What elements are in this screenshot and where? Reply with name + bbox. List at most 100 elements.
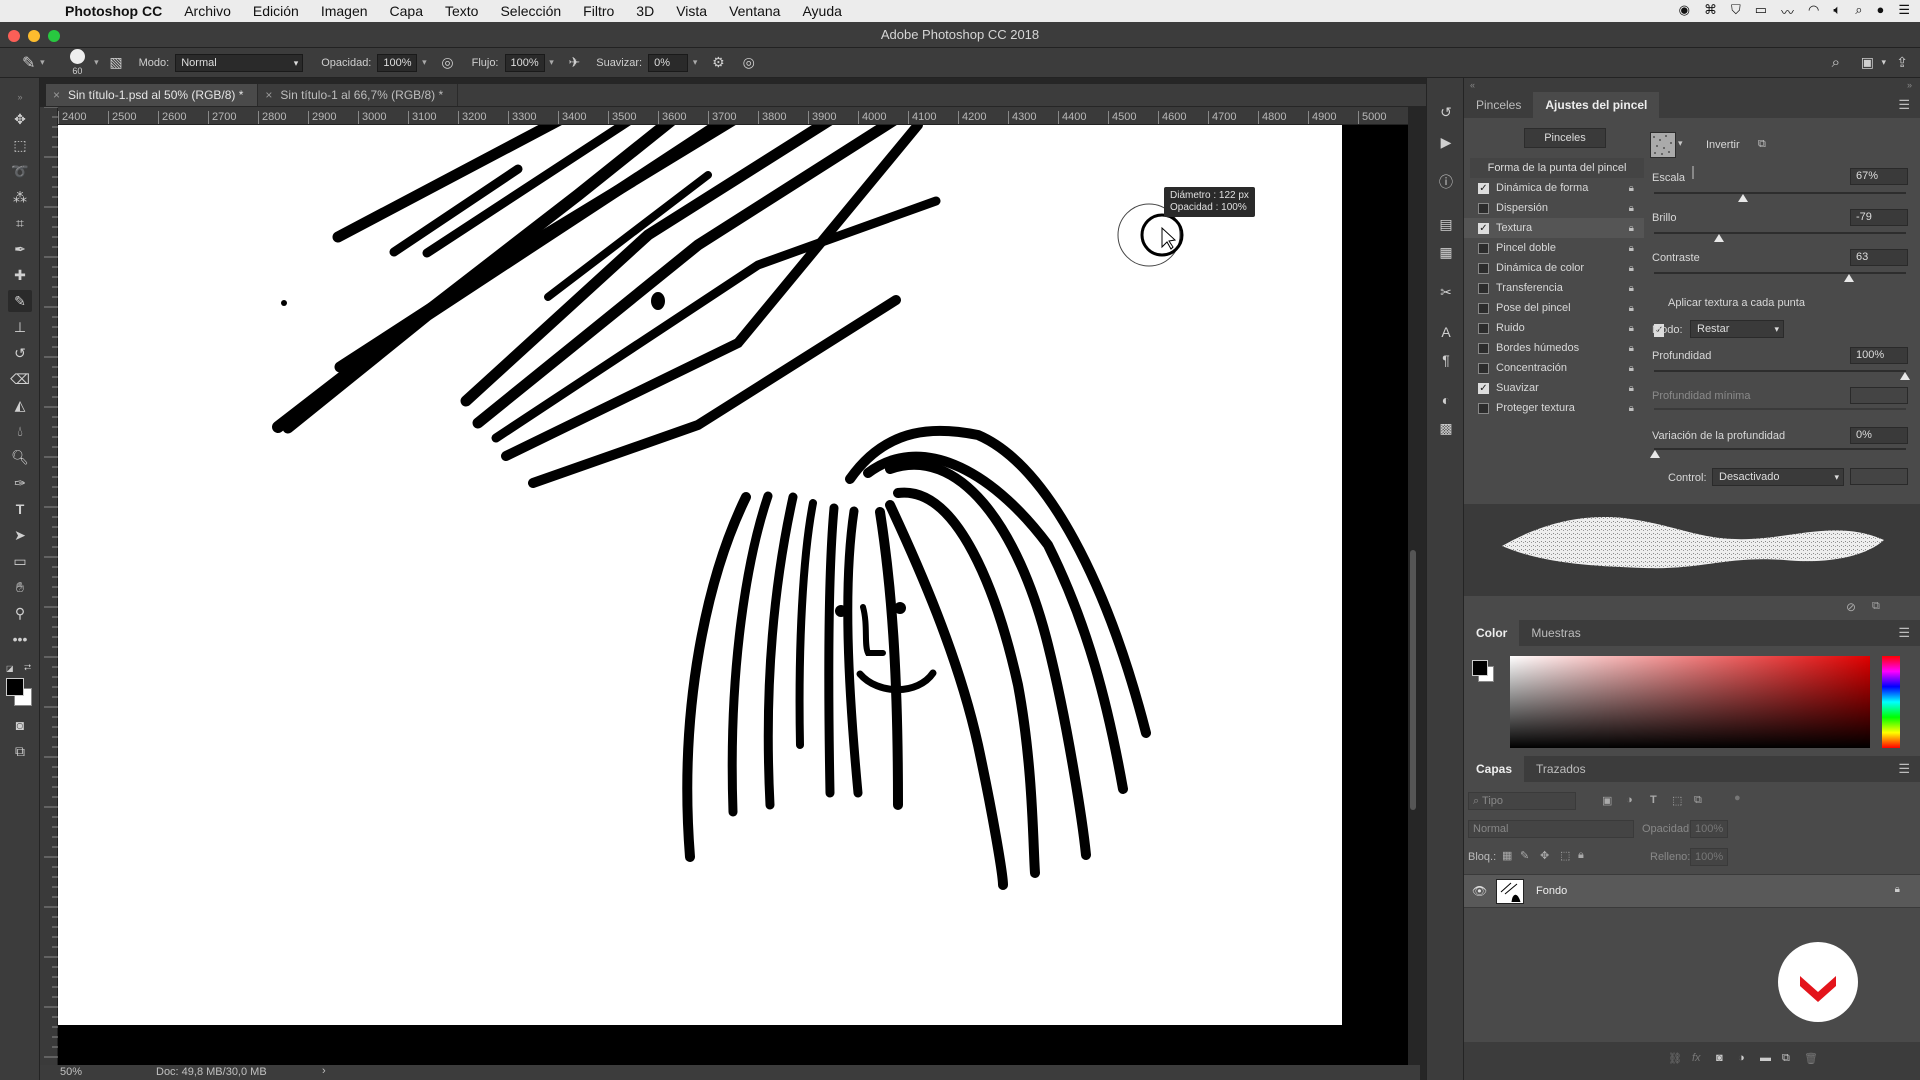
dodge-tool-icon[interactable]: 🔍︎ [8, 446, 32, 468]
control-select[interactable]: Desactivado ▾ [1712, 468, 1844, 486]
scale-input[interactable]: 67% [1850, 168, 1908, 185]
foreground-color-swatch[interactable] [1472, 660, 1488, 676]
flow-input[interactable]: 100% [504, 53, 545, 72]
option-checkbox[interactable]: ✓ [1478, 222, 1489, 234]
fill-input[interactable]: 100% [1690, 848, 1728, 866]
brush-option-item[interactable]: ✓ Dinámica de forma 🔒︎ [1464, 178, 1644, 198]
display-icon[interactable]: ▭ [1755, 2, 1767, 21]
zoom-tool-icon[interactable]: ⚲ [8, 602, 32, 624]
menu-capa[interactable]: Capa [379, 3, 434, 19]
depth-jitter-slider-track[interactable] [1654, 448, 1906, 450]
airbrush-icon[interactable]: ✈ [569, 54, 581, 71]
filter-pixel-icon[interactable]: ▣ [1602, 794, 1612, 807]
invert-checkbox[interactable] [1692, 166, 1694, 179]
collapse-panels-right-icon[interactable]: » [1907, 80, 1912, 90]
depth-slider-thumb[interactable] [1900, 372, 1910, 380]
glyphs-icon[interactable]: ▩ [1436, 418, 1456, 438]
command-icon[interactable]: ⌘ [1704, 2, 1717, 21]
brush-tool-icon[interactable]: ✎ [22, 53, 35, 73]
filter-shape-icon[interactable]: ⬚ [1672, 794, 1682, 807]
opacity-chevron-icon[interactable]: ▾ [417, 57, 431, 68]
type-tool-icon[interactable]: T [8, 498, 32, 520]
close-tab-icon[interactable]: × [53, 84, 60, 106]
menu-edicion[interactable]: Edición [242, 3, 310, 19]
document-canvas[interactable] [58, 125, 1342, 1025]
move-tool-icon[interactable]: ✥ [8, 108, 32, 130]
tab-swatches[interactable]: Muestras [1519, 620, 1592, 646]
option-checkbox[interactable] [1478, 242, 1489, 254]
smooth-input[interactable]: 0% [648, 53, 689, 72]
brush-option-item[interactable]: Concentración 🔒︎ [1464, 358, 1644, 378]
share-icon[interactable]: ⇪ [1896, 54, 1908, 71]
path-selection-tool-icon[interactable]: ➤ [8, 524, 32, 546]
lasso-tool-icon[interactable]: ➰ [8, 160, 32, 182]
history-icon[interactable]: ↺ [1436, 102, 1456, 122]
doc-size[interactable]: Doc: 49,8 MB/30,0 MB [156, 1066, 267, 1078]
collapse-icon[interactable]: » [8, 86, 32, 108]
depth-jitter-input[interactable]: 0% [1850, 427, 1908, 444]
paint-bucket-tool-icon[interactable]: ◭ [8, 394, 32, 416]
brush-option-item[interactable]: Bordes húmedos 🔒︎ [1464, 338, 1644, 358]
mode-select[interactable]: Normal ▾ [175, 53, 304, 72]
lock-pixels-icon[interactable]: ✎ [1520, 849, 1529, 862]
layer-opacity-input[interactable]: 100% [1690, 820, 1728, 838]
option-checkbox[interactable] [1478, 402, 1489, 414]
magic-wand-tool-icon[interactable]: ⁂ [8, 186, 32, 208]
menu-vista[interactable]: Vista [665, 3, 718, 19]
texture-pattern-thumbnail[interactable] [1650, 132, 1676, 158]
brushes-presets-button[interactable]: Pinceles [1524, 128, 1606, 148]
lock-icon[interactable]: 🔒︎ [1629, 403, 1634, 414]
opacity-input[interactable]: 100% [377, 53, 418, 72]
tab-brushes[interactable]: Pinceles [1464, 92, 1533, 118]
lock-all-icon[interactable]: 🔒︎ [1578, 849, 1584, 862]
filter-smart-object-icon[interactable]: ⧉ [1694, 794, 1702, 807]
brush-option-item[interactable]: Pincel doble 🔒︎ [1464, 238, 1644, 258]
menu-3d[interactable]: 3D [625, 3, 665, 19]
close-window-icon[interactable] [8, 30, 20, 42]
depth-slider-track[interactable] [1654, 370, 1906, 372]
lock-icon[interactable]: 🔒︎ [1629, 203, 1634, 214]
smooth-chevron-icon[interactable]: ▾ [688, 57, 702, 68]
tool-preset-chevron-icon[interactable]: ▾ [35, 57, 49, 68]
paragraph-icon[interactable]: ¶ [1436, 350, 1456, 370]
lock-icon[interactable]: 🔒︎ [1629, 343, 1634, 354]
option-checkbox[interactable] [1478, 362, 1489, 374]
lock-position-icon[interactable]: ✥ [1540, 849, 1549, 862]
brush-tool-icon[interactable]: ✎ [8, 290, 32, 312]
option-checkbox[interactable] [1478, 342, 1489, 354]
brush-option-item[interactable]: Transferencia 🔒︎ [1464, 278, 1644, 298]
layer-filter-select[interactable]: ⌕ Tipo [1468, 792, 1576, 810]
user-avatar-icon[interactable]: ● [1876, 2, 1884, 21]
brush-preset-picker[interactable]: 60 [65, 49, 89, 76]
lock-icon[interactable]: 🔒︎ [1629, 303, 1634, 314]
new-layer-icon[interactable]: ⧉ [1782, 1052, 1790, 1065]
libraries-icon[interactable]: ▤ [1436, 214, 1456, 234]
pressure-opacity-icon[interactable]: ◎ [441, 54, 453, 71]
option-checkbox[interactable]: ✓ [1478, 382, 1489, 394]
flow-chevron-icon[interactable]: ▾ [545, 57, 559, 68]
wifi-icon[interactable]: ◠ [1808, 2, 1819, 21]
minimize-window-icon[interactable] [28, 30, 40, 42]
brush-option-item[interactable]: ✓ Suavizar 🔒︎ [1464, 378, 1644, 398]
record-icon[interactable]: ◉ [1679, 2, 1690, 21]
brush-option-item[interactable]: Dinámica de color 🔒︎ [1464, 258, 1644, 278]
history-brush-tool-icon[interactable]: ↺ [8, 342, 32, 364]
horizontal-ruler[interactable]: 2400 2500 2600 2700 2800 2900 3000 3100 3200 3300… [58, 107, 1408, 125]
contrast-slider-track[interactable] [1654, 272, 1906, 274]
brush-settings-toggle-icon[interactable]: ▧ [109, 54, 122, 71]
gear-icon[interactable]: ⚙ [712, 54, 725, 71]
lock-transparent-icon[interactable]: ▦ [1502, 849, 1512, 862]
trash-icon[interactable]: 🗑︎ [1804, 1052, 1818, 1065]
contrast-slider-thumb[interactable] [1844, 274, 1854, 282]
panel-menu-icon[interactable]: ☰ [1898, 97, 1910, 113]
color-picker-field[interactable] [1510, 656, 1870, 748]
scale-slider-thumb[interactable] [1738, 194, 1748, 202]
pen-tool-icon[interactable]: ✑ [8, 472, 32, 494]
add-mask-icon[interactable]: ◙ [1716, 1052, 1723, 1064]
brush-option-item[interactable]: Proteger textura 🔒︎ [1464, 398, 1644, 418]
option-checkbox[interactable] [1478, 302, 1489, 314]
texture-mode-select[interactable]: Restar ▾ [1690, 320, 1784, 338]
shield-icon[interactable]: ⛉ [1731, 2, 1741, 21]
lock-icon[interactable]: 🔒︎ [1629, 283, 1634, 294]
hue-slider[interactable] [1882, 656, 1900, 748]
